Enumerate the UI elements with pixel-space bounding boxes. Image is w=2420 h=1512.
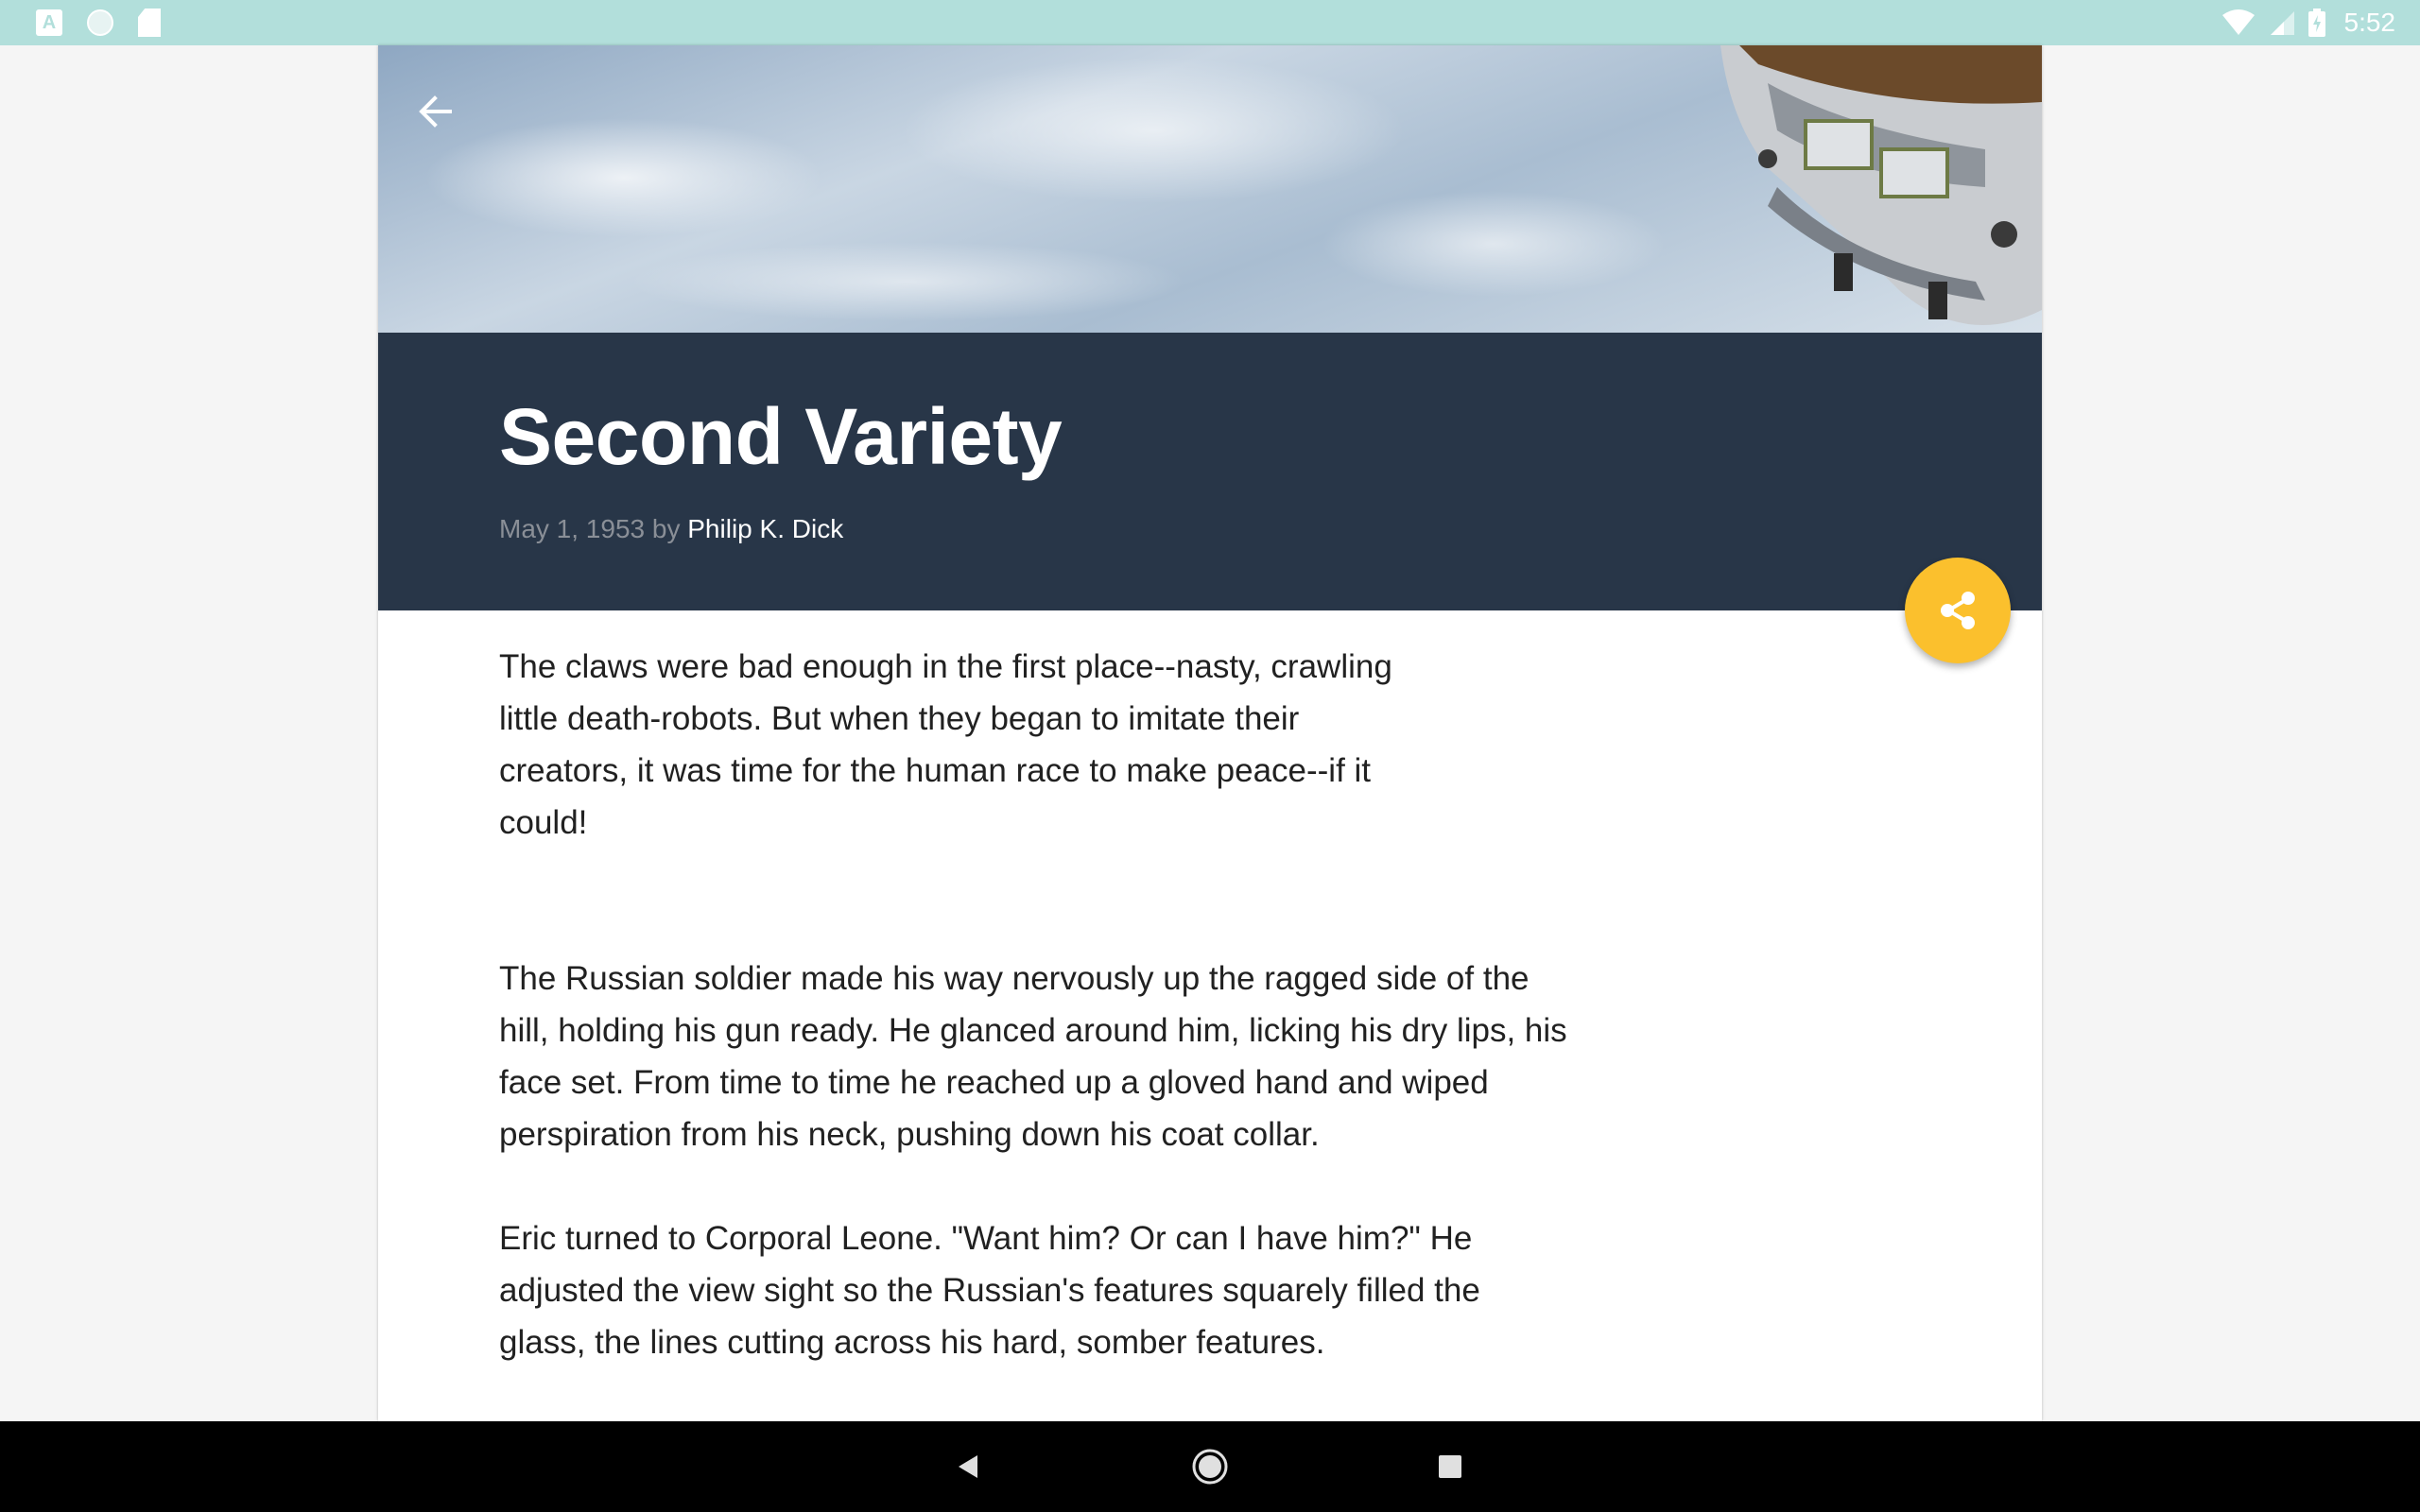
sd-card-icon xyxy=(138,9,161,37)
status-bar-notifications: A xyxy=(36,0,161,45)
publish-date: May 1, 1953 xyxy=(499,514,646,543)
share-icon xyxy=(1941,592,1975,629)
byline: May 1, 1953 by Philip K. Dick xyxy=(499,514,843,544)
byline-by: by xyxy=(651,514,681,543)
article-title: Second Variety xyxy=(499,392,1063,481)
system-nav-bar xyxy=(0,1421,2420,1512)
nav-recents-icon xyxy=(1439,1455,1461,1478)
article-paragraph: Eric turned to Corporal Leone. "Want him… xyxy=(499,1220,1480,1361)
share-button[interactable] xyxy=(1905,558,2011,663)
article-teaser: The claws were bad enough in the first p… xyxy=(499,648,1392,841)
nav-home-button[interactable] xyxy=(1187,1444,1233,1489)
article-paragraph: The Russian soldier made his way nervous… xyxy=(499,960,1567,1153)
battery-icon xyxy=(2308,9,2325,37)
cell-signal-icon xyxy=(2270,11,2294,35)
back-button[interactable] xyxy=(410,87,459,136)
article-card: Second Variety May 1, 1953 by Philip K. … xyxy=(378,45,2042,1421)
wifi-icon xyxy=(2221,9,2255,35)
nav-back-button[interactable] xyxy=(945,1444,991,1489)
nav-back-icon xyxy=(959,1455,977,1478)
clock: 5:52 xyxy=(2343,8,2396,37)
nav-home-icon xyxy=(1192,1449,1228,1485)
title-header: Second Variety May 1, 1953 by Philip K. … xyxy=(378,333,2042,610)
circle-notification-icon xyxy=(87,9,113,36)
author-name: Philip K. Dick xyxy=(687,514,844,543)
a-notification-icon: A xyxy=(36,9,62,36)
status-bar: A 5:52 xyxy=(0,0,2420,45)
arrow-back-icon xyxy=(419,95,452,128)
hero-image xyxy=(378,45,2042,333)
article-body: The claws were bad enough in the first p… xyxy=(499,641,1596,1420)
status-bar-system: 5:52 xyxy=(2221,0,2396,45)
space-station-image xyxy=(1720,45,2042,325)
nav-recents-button[interactable] xyxy=(1427,1444,1473,1489)
